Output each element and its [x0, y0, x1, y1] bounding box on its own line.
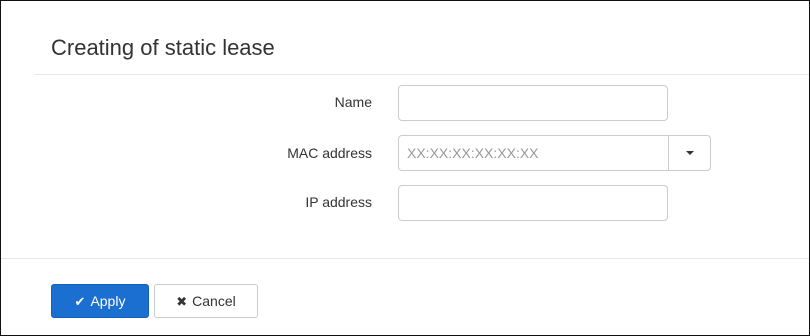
apply-button[interactable]: ✔ Apply	[51, 284, 149, 318]
close-icon: ✖	[176, 293, 188, 309]
panel-title: Creating of static lease	[51, 35, 275, 60]
check-icon: ✔	[74, 293, 86, 309]
cancel-button[interactable]: ✖ Cancel	[154, 284, 258, 318]
mac-address-label: MAC address	[287, 145, 372, 161]
mac-address-input[interactable]	[398, 135, 669, 171]
caret-down-icon	[685, 151, 694, 155]
ip-address-input[interactable]	[398, 185, 668, 221]
apply-button-label: Apply	[90, 293, 126, 309]
ip-address-label: IP address	[305, 194, 372, 210]
mac-address-dropdown-button[interactable]	[668, 135, 711, 171]
name-input[interactable]	[398, 85, 668, 121]
footer-divider	[1, 258, 809, 259]
cancel-button-label: Cancel	[192, 293, 236, 309]
static-lease-dialog: Creating of static lease Name MAC addres…	[0, 0, 810, 336]
title-divider	[35, 74, 809, 75]
name-label: Name	[334, 94, 372, 110]
